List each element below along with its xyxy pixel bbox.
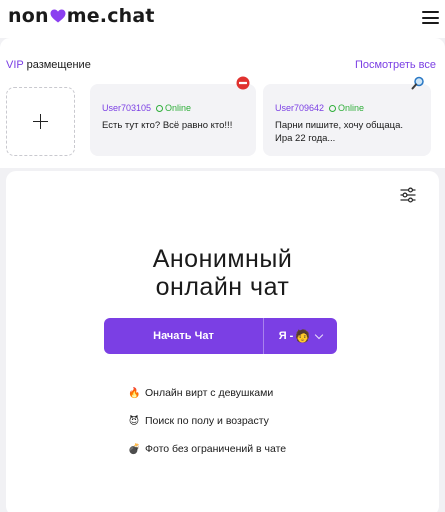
- chevron-down-icon: [315, 330, 324, 339]
- start-chat-group: Начать Чат Я - 🧑: [104, 318, 337, 354]
- add-vip-button[interactable]: [6, 87, 75, 156]
- bomb-icon: 💣: [128, 443, 141, 455]
- hamburger-menu-button[interactable]: [422, 11, 439, 25]
- hamburger-icon-bar: [422, 22, 439, 24]
- vip-title-rest: размещение: [26, 59, 91, 71]
- start-chat-button[interactable]: Начать Чат: [104, 318, 264, 354]
- hamburger-icon: [422, 11, 439, 13]
- vip-card[interactable]: User703105 Online Есть тут кто? Всё равн…: [90, 76, 256, 156]
- feature-text: Фото без ограничений в чате: [145, 443, 287, 455]
- site-logo[interactable]: non me.chat: [8, 5, 155, 27]
- magnifier-icon: [411, 76, 424, 90]
- logo-text-left: non: [8, 5, 49, 27]
- feature-item: 😈 Поиск по полу и возрасту: [128, 414, 286, 428]
- no-entry-icon: [236, 76, 250, 90]
- vip-card[interactable]: User709642 Online Парни пишите, хочу общ…: [263, 76, 431, 156]
- vip-label: VIP: [6, 59, 24, 71]
- main-chat-card: Анонимный онлайн чат Начать Чат Я - 🧑 🔥 …: [6, 171, 439, 512]
- devil-icon: 😈: [128, 415, 140, 427]
- vip-card-message: Парни пишите, хочу общаца. Ира 22 года..…: [275, 120, 404, 144]
- sliders-icon[interactable]: [400, 187, 416, 203]
- person-icon: 🧑: [295, 329, 311, 343]
- gender-label: Я -: [278, 330, 294, 342]
- heart-icon: [50, 9, 66, 23]
- hamburger-icon-bar: [422, 16, 439, 19]
- vip-card-username: User703105: [102, 103, 152, 113]
- online-status-label: Online: [165, 103, 192, 113]
- vip-card-header: User703105 Online: [102, 103, 246, 113]
- gender-select[interactable]: Я - 🧑: [264, 318, 337, 354]
- page-title: Анонимный онлайн чат: [6, 245, 439, 301]
- online-status: Online: [156, 103, 191, 113]
- feature-list: 🔥 Онлайн вирт с девушками 😈 Поиск по пол…: [128, 386, 286, 470]
- top-header: non me.chat: [0, 0, 445, 38]
- vip-card-username: User709642: [275, 103, 325, 113]
- plus-icon: [33, 114, 48, 129]
- feature-item: 🔥 Онлайн вирт с девушками: [128, 386, 286, 400]
- feature-text: Онлайн вирт с девушками: [145, 387, 274, 399]
- feature-item: 💣 Фото без ограничений в чате: [128, 442, 286, 456]
- logo-text-right: me.chat: [66, 5, 155, 27]
- view-all-link[interactable]: Посмотреть все: [355, 59, 436, 71]
- vip-card-message: Есть тут кто? Всё равно кто!!!: [102, 120, 233, 131]
- online-dot-icon: [329, 104, 337, 112]
- title-line-2: онлайн чат: [155, 273, 290, 301]
- fire-icon: 🔥: [128, 387, 141, 399]
- vip-section: VIP размещение Посмотреть все User703105…: [0, 38, 445, 168]
- online-status-label: Online: [338, 103, 365, 113]
- online-dot-icon: [156, 104, 164, 112]
- title-line-1: Анонимный: [152, 245, 293, 273]
- vip-card-header: User709642 Online: [275, 103, 421, 113]
- online-status: Online: [329, 103, 364, 113]
- vip-section-title: VIP размещение: [6, 59, 91, 71]
- feature-text: Поиск по полу и возрасту: [145, 415, 269, 427]
